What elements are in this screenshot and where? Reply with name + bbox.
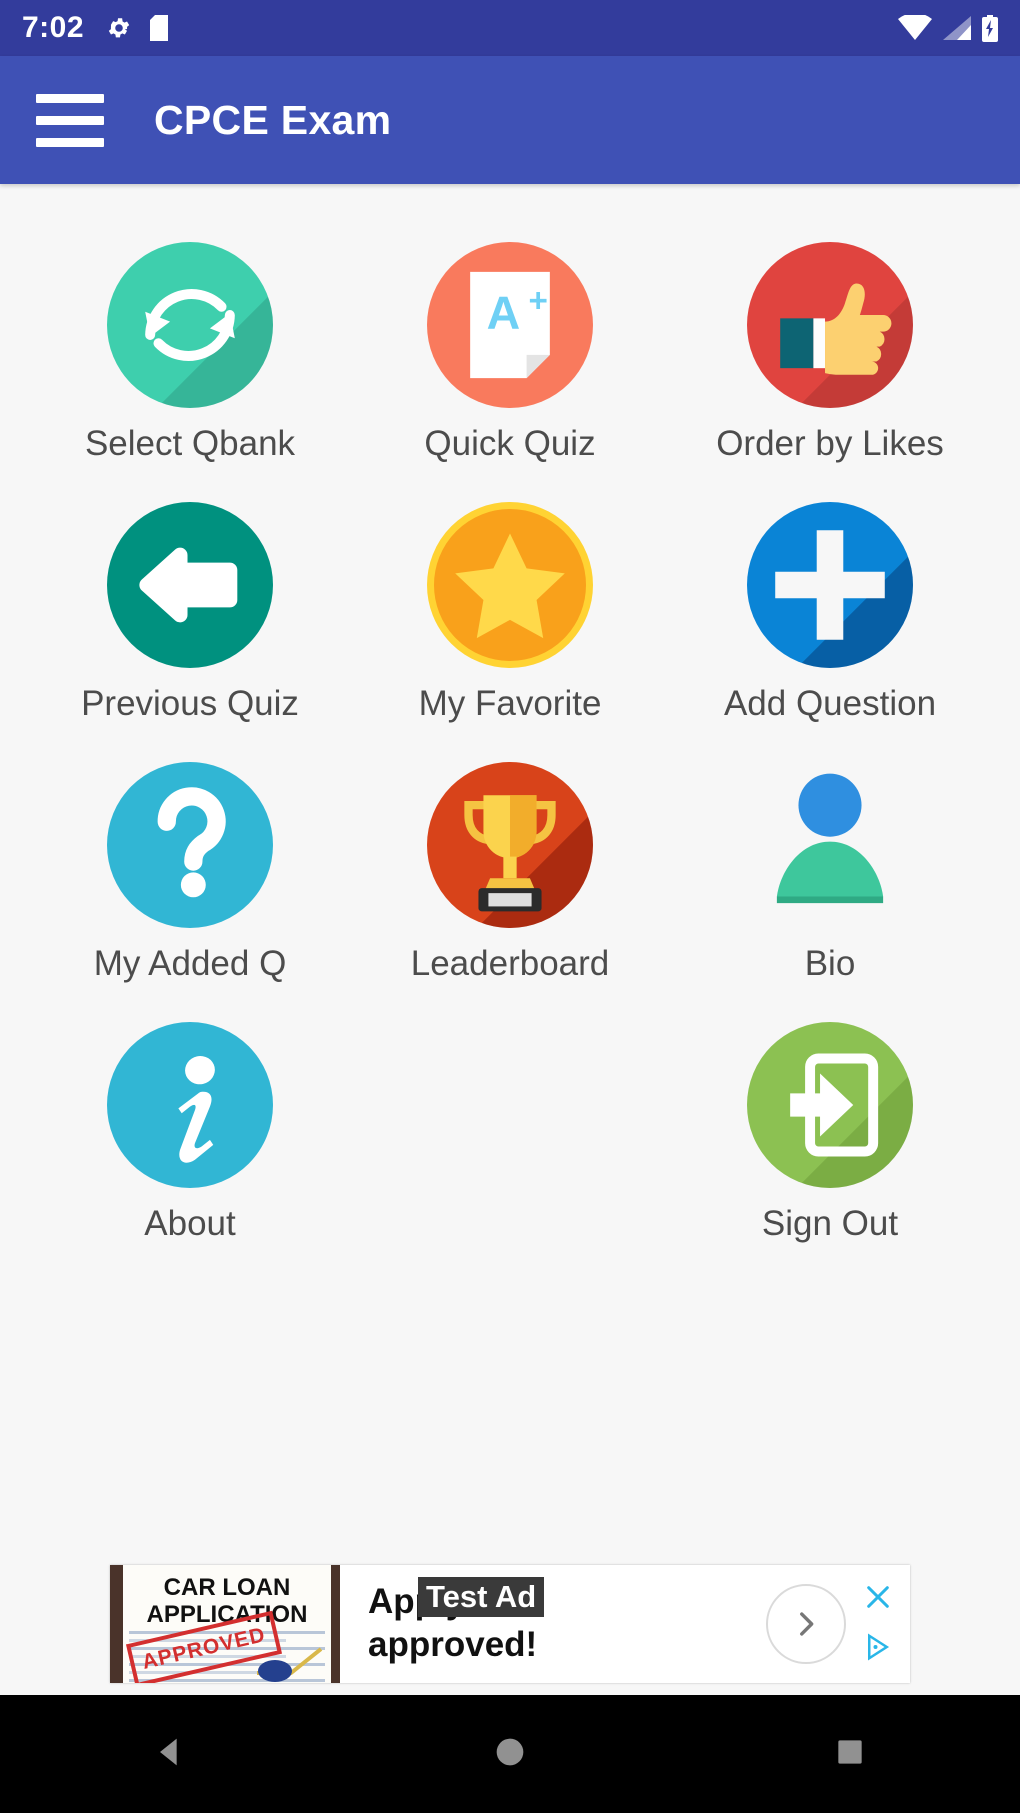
signal-icon [942,15,972,41]
hamburger-menu-icon[interactable] [36,93,104,147]
exit-door-icon [747,1022,913,1188]
menu-item-label: Add Question [723,684,937,723]
menu-item-order-by-likes[interactable]: Order by Likes [670,242,990,464]
menu-item-previous-quiz[interactable]: Previous Quiz [30,502,350,724]
menu-item-label: My Added Q [93,944,287,983]
battery-charging-icon [982,14,998,42]
recents-square-icon[interactable] [830,1732,870,1777]
menu-item-sign-out[interactable]: Sign Out [670,1022,990,1244]
app-bar: CPCE Exam [0,56,1020,184]
menu-item-about[interactable]: About [30,1022,350,1244]
menu-item-bio[interactable]: Bio [670,762,990,984]
sd-card-icon [150,15,169,41]
ad-test-badge: Test Ad [418,1577,545,1617]
person-avatar-icon [747,762,913,928]
phone-screen: 7:02 CPCE Exam Select Qbank A + Quick Qu… [0,0,1020,1813]
status-bar-clock: 7:02 [22,11,85,44]
menu-item-my-added-q[interactable]: My Added Q [30,762,350,984]
ad-headline-line2: approved! [368,1625,538,1664]
svg-text:A: A [487,286,521,338]
menu-item-label: About [144,1204,236,1243]
menu-item-label: Bio [804,944,856,983]
menu-item-label: My Favorite [418,684,602,723]
a-plus-paper-icon: A + [427,242,593,408]
info-icon [107,1022,273,1188]
menu-item-select-qbank[interactable]: Select Qbank [30,242,350,464]
ad-body: Apply. Get approved! Test Ad [340,1565,766,1683]
star-badge-icon [427,502,593,668]
home-circle-icon[interactable] [490,1732,530,1777]
status-bar: 7:02 [0,0,1020,56]
menu-item-leaderboard[interactable]: Leaderboard [350,762,670,984]
menu-item-add-question[interactable]: Add Question [670,502,990,724]
ad-banner[interactable]: CAR LOAN APPLICATION APPROVED Apply. Get… [110,1565,910,1683]
gear-icon [106,15,132,41]
status-bar-right-icons [898,14,998,42]
status-bar-left-icons [106,15,169,41]
menu-item-label: Previous Quiz [81,684,299,723]
page-title: CPCE Exam [154,96,392,143]
back-triangle-icon[interactable] [150,1732,190,1777]
arrow-left-icon [107,502,273,668]
menu-item-quick-quiz[interactable]: A + Quick Quiz [350,242,670,464]
ad-controls [852,1565,910,1683]
ad-car-keys-icon [257,1647,323,1682]
sync-arrows-icon [107,242,273,408]
menu-item-label: Sign Out [761,1204,899,1243]
question-mark-icon [107,762,273,928]
system-nav-bar [0,1695,1020,1813]
trophy-icon [427,762,593,928]
thumbs-up-icon [747,242,913,408]
svg-text:+: + [529,283,548,320]
menu-item-label: Select Qbank [84,424,296,463]
menu-item-my-favorite[interactable]: My Favorite [350,502,670,724]
menu-grid: Select Qbank A + Quick Quiz Order by Lik… [0,184,1020,1244]
menu-item-label: Order by Likes [716,424,944,463]
ad-image: CAR LOAN APPLICATION APPROVED [110,1565,340,1683]
wifi-icon [898,15,932,41]
menu-item-label: Leaderboard [410,944,610,983]
adchoices-icon[interactable] [863,1632,893,1667]
ad-image-line1: CAR LOAN [163,1574,291,1601]
close-x-icon[interactable] [862,1581,894,1618]
plus-icon [747,502,913,668]
menu-item-label: Quick Quiz [424,424,596,463]
chevron-right-icon[interactable] [766,1584,846,1664]
